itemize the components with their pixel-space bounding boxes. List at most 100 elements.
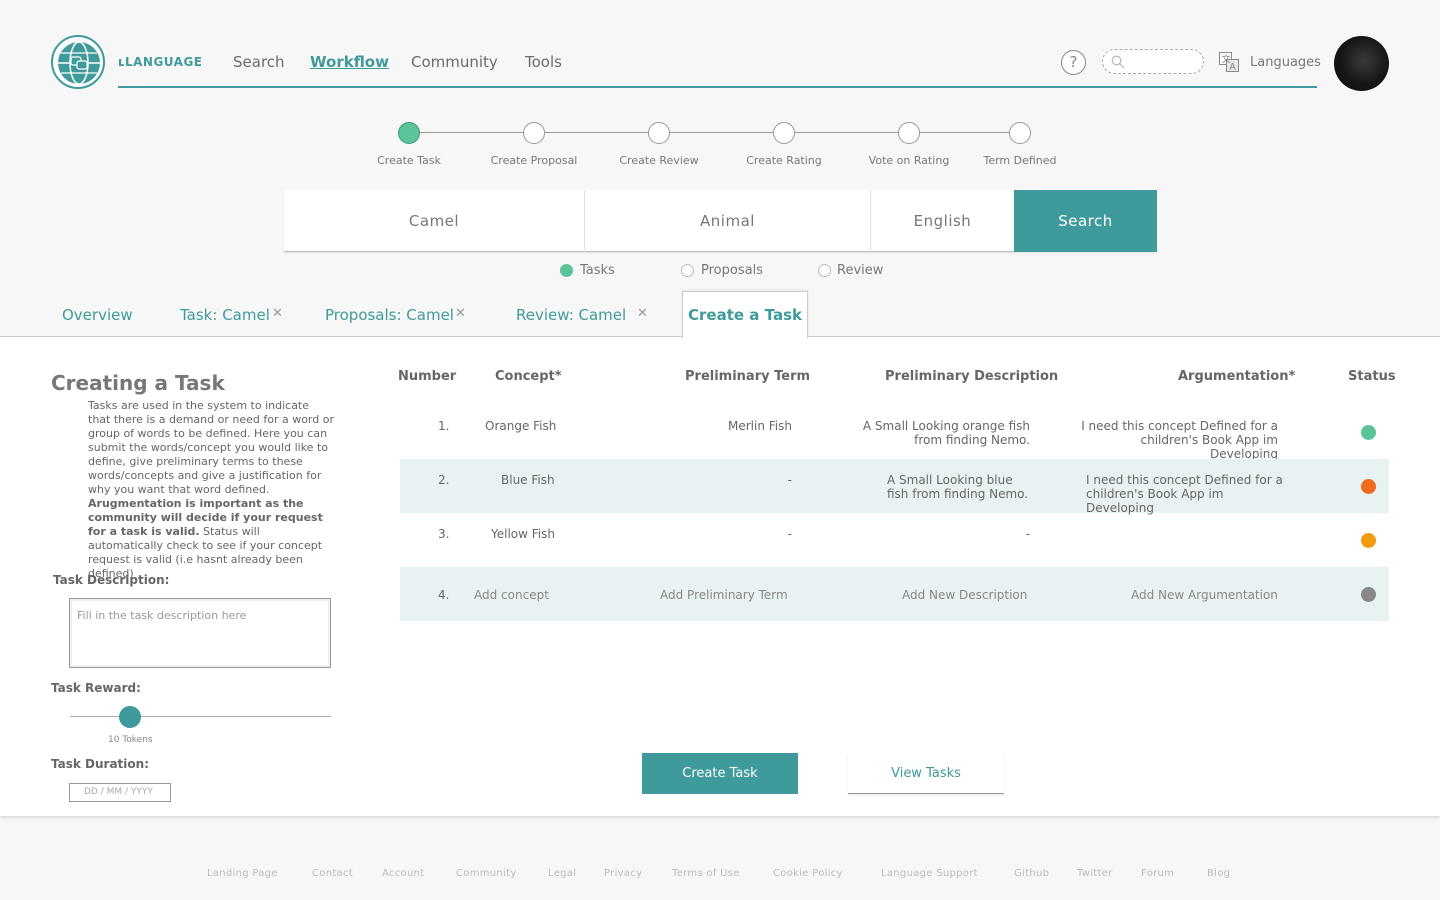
- tab-proposals-camel[interactable]: Proposals: Camel: [325, 306, 454, 324]
- reward-slider-track[interactable]: [70, 716, 331, 717]
- step-label: Create Task: [377, 154, 441, 167]
- help-icon[interactable]: ?: [1061, 50, 1086, 75]
- reward-value: 10 Tokens: [108, 735, 153, 745]
- footer-link-community[interactable]: Community: [456, 868, 517, 879]
- nav-search[interactable]: Search: [233, 53, 285, 71]
- footer-link-forum[interactable]: Forum: [1141, 868, 1174, 879]
- step-dot-create-task[interactable]: [398, 122, 420, 144]
- tab-overview[interactable]: Overview: [62, 306, 133, 324]
- footer-link-contact[interactable]: Contact: [312, 868, 353, 879]
- filter-tasks-label[interactable]: Tasks: [580, 263, 615, 278]
- status-indicator: [1361, 425, 1376, 440]
- footer-link-legal[interactable]: Legal: [548, 868, 576, 879]
- logo[interactable]: [51, 35, 105, 89]
- task-reward-label: Task Reward:: [51, 681, 141, 695]
- step-dot-create-review[interactable]: [648, 122, 670, 144]
- globe-logo-icon: [58, 41, 100, 85]
- filter-tasks-radio[interactable]: [560, 264, 573, 277]
- header-search-input[interactable]: [1102, 49, 1204, 74]
- task-description-label: Task Description:: [53, 573, 170, 587]
- row-term: -: [787, 473, 792, 487]
- status-indicator: [1361, 533, 1376, 548]
- step-label: Create Rating: [746, 154, 822, 167]
- step-dot-vote-on-rating[interactable]: [898, 122, 920, 144]
- step-label: Create Review: [619, 154, 699, 167]
- row-argumentation: I need this concept Defined for a childr…: [1081, 419, 1278, 461]
- nav-workflow[interactable]: Workflow: [310, 53, 389, 71]
- row-term: Merlin Fish: [728, 419, 792, 433]
- category-input[interactable]: Animal: [585, 190, 870, 252]
- search-button[interactable]: Search: [1014, 190, 1157, 252]
- close-icon[interactable]: ✕: [272, 306, 283, 321]
- footer-link-github[interactable]: Github: [1014, 868, 1049, 879]
- add-description-input[interactable]: Add New Description: [902, 588, 1027, 602]
- column-header-concept: Concept*: [495, 369, 562, 384]
- close-icon[interactable]: ✕: [637, 306, 648, 321]
- brand-name: ʟLANGUAGE: [118, 55, 203, 69]
- row-number: 1.: [438, 419, 450, 433]
- column-header-preliminary-description: Preliminary Description: [885, 369, 1059, 384]
- search-icon: [1111, 55, 1125, 69]
- footer-link-twitter[interactable]: Twitter: [1077, 868, 1113, 879]
- status-indicator: [1361, 587, 1376, 602]
- page-title: Creating a Task: [51, 371, 225, 395]
- languages-link[interactable]: Languages: [1250, 55, 1321, 70]
- footer-link-blog[interactable]: Blog: [1207, 868, 1230, 879]
- filter-review-radio[interactable]: [818, 264, 831, 277]
- footer-link-cookie-policy[interactable]: Cookie Policy: [773, 868, 843, 879]
- tab-task-camel[interactable]: Task: Camel: [180, 306, 270, 324]
- footer-link-privacy[interactable]: Privacy: [604, 868, 642, 879]
- filter-proposals-radio[interactable]: [681, 264, 694, 277]
- row-number: 2.: [438, 473, 450, 487]
- task-description-field[interactable]: Fill in the task description here: [69, 598, 331, 668]
- footer-link-language-support[interactable]: Language Support: [881, 868, 978, 879]
- nav-tools[interactable]: Tools: [525, 53, 562, 71]
- footer-link-landing-page[interactable]: Landing Page: [207, 868, 278, 879]
- row-description: -: [1025, 527, 1030, 541]
- reward-slider-handle[interactable]: [119, 706, 141, 728]
- row-number: 4.: [438, 588, 450, 602]
- close-icon[interactable]: ✕: [455, 306, 466, 321]
- translate-icon[interactable]: 文 A: [1219, 52, 1239, 72]
- filter-proposals-label[interactable]: Proposals: [701, 263, 763, 278]
- row-description: A Small Looking orange fish from finding…: [862, 419, 1030, 447]
- footer-link-account[interactable]: Account: [382, 868, 424, 879]
- add-preliminary-term-input[interactable]: Add Preliminary Term: [660, 588, 788, 602]
- stepper-line: [420, 132, 1020, 133]
- step-dot-create-rating[interactable]: [773, 122, 795, 144]
- create-task-button[interactable]: Create Task: [642, 753, 798, 794]
- footer-link-terms-of-use[interactable]: Terms of Use: [672, 868, 740, 879]
- intro-text: Tasks are used in the system to indicate…: [88, 399, 334, 580]
- row-number: 3.: [438, 527, 450, 541]
- row-description: A Small Looking blue fish from finding N…: [887, 473, 1029, 501]
- column-header-argumentation: Argumentation*: [1178, 369, 1296, 384]
- column-header-number: Number: [398, 369, 457, 384]
- filter-review-label[interactable]: Review: [837, 263, 883, 278]
- term-search-bar: Camel Animal English Search: [284, 190, 1157, 252]
- step-dot-create-proposal[interactable]: [523, 122, 545, 144]
- header-divider: [118, 86, 1317, 88]
- step-label: Term Defined: [983, 154, 1057, 167]
- language-select[interactable]: English: [871, 190, 1014, 252]
- step-label: Vote on Rating: [868, 154, 950, 167]
- row-argumentation: I need this concept Defined for a childr…: [1086, 473, 1283, 515]
- row-concept: Yellow Fish: [491, 527, 555, 541]
- step-label: Create Proposal: [490, 154, 578, 167]
- concept-input[interactable]: Camel: [284, 190, 584, 252]
- avatar[interactable]: [1334, 36, 1389, 91]
- column-header-status: Status: [1348, 369, 1396, 384]
- svg-text:A: A: [1230, 63, 1237, 73]
- add-concept-input[interactable]: Add concept: [474, 588, 549, 602]
- nav-community[interactable]: Community: [411, 53, 498, 71]
- status-indicator: [1361, 479, 1376, 494]
- task-duration-label: Task Duration:: [51, 757, 149, 771]
- column-header-preliminary-term: Preliminary Term: [685, 369, 811, 384]
- add-argumentation-input[interactable]: Add New Argumentation: [1131, 588, 1278, 602]
- row-concept: Blue Fish: [501, 473, 555, 487]
- row-term: -: [787, 527, 792, 541]
- step-dot-term-defined[interactable]: [1009, 122, 1031, 144]
- view-tasks-button[interactable]: View Tasks: [848, 753, 1004, 794]
- tab-review-camel[interactable]: Review: Camel: [516, 306, 626, 324]
- tab-create-task[interactable]: Create a Task: [682, 291, 808, 338]
- task-duration-date-input[interactable]: DD / MM / YYYY: [69, 783, 171, 802]
